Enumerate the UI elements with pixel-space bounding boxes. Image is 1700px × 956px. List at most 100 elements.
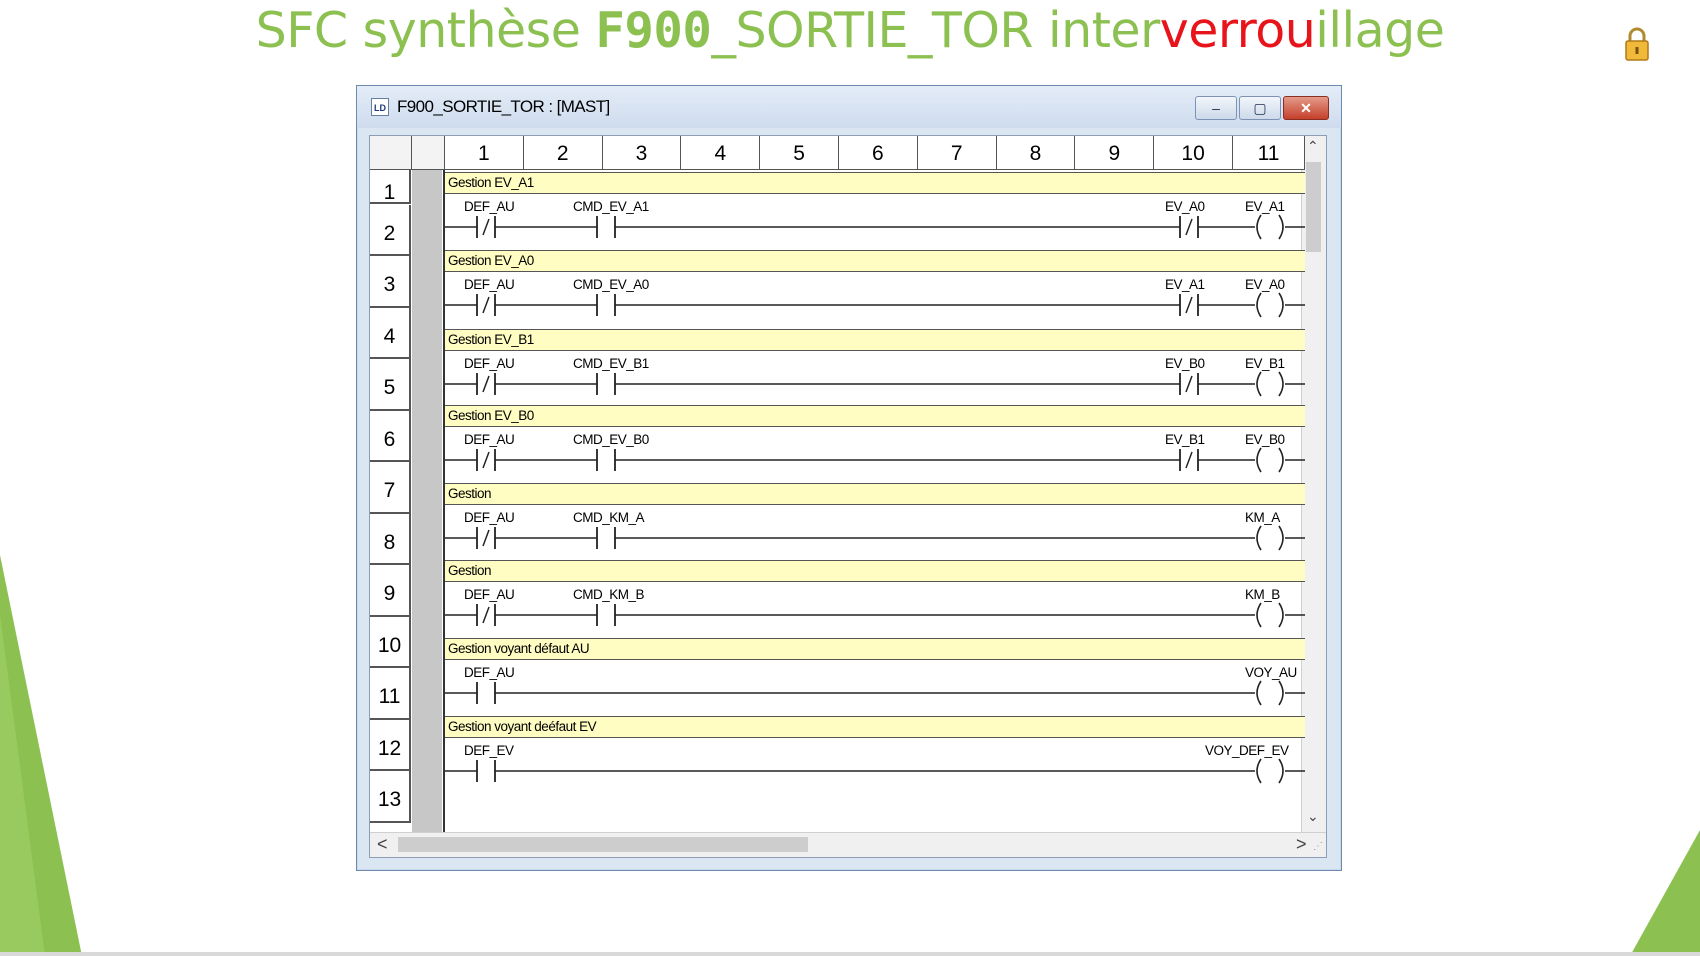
column-header[interactable]: 2 [523,136,603,170]
vertical-scroll-thumb[interactable] [1306,162,1321,252]
normally-closed-contact[interactable] [476,604,496,626]
rung-comment[interactable]: Gestion voyant défaut AU [445,638,1305,660]
row-header[interactable]: 4 [370,307,411,359]
normally-open-contact[interactable] [476,682,496,704]
ladder-grid[interactable]: ⌃ ⌄ < > ⋰ 1 2 3 4 5 6 7 8 9 10 11 1 2 3 4 5 6 7 8 9 10 11 12 13… [369,135,1327,858]
horizontal-scroll-thumb[interactable] [398,837,808,852]
column-header[interactable]: 9 [1075,136,1155,170]
coil-label: KM_B [1245,587,1280,602]
rung-comment[interactable]: Gestion EV_A0 [445,250,1305,272]
window-titlebar[interactable]: LD F900_SORTIE_TOR : [MAST] – ▢ ✕ [357,86,1341,128]
row-header[interactable]: 3 [370,256,411,308]
coil-label: EV_A0 [1245,277,1285,292]
row-header[interactable]: 6 [370,410,411,462]
minimize-button[interactable]: – [1195,96,1237,120]
rung-comment[interactable]: Gestion EV_B0 [445,405,1305,427]
coil-label: VOY_DEF_EV [1205,743,1289,758]
row-header[interactable]: 8 [370,513,411,565]
column-header[interactable]: 11 [1233,136,1305,170]
close-button[interactable]: ✕ [1283,96,1329,120]
normally-closed-contact[interactable] [1179,294,1199,316]
normally-closed-contact[interactable] [476,449,496,471]
row-header[interactable]: 7 [370,462,411,514]
contact-label: CMD_EV_B1 [573,356,649,371]
rung-comment[interactable]: Gestion EV_A1 [445,172,1305,194]
ladder-app-icon: LD [371,98,389,116]
output-coil[interactable] [1256,292,1284,318]
window-title: F900_SORTIE_TOR : [MAST] [397,97,610,116]
contact-label: DEF_AU [464,277,515,292]
normally-closed-contact[interactable] [476,294,496,316]
rung-comment[interactable]: Gestion voyant deéfaut EV [445,716,1305,738]
row-header[interactable]: 12 [370,719,411,771]
normally-closed-contact[interactable] [1179,449,1199,471]
ladder-rung[interactable]: DEF_AU CMD_EV_B0 EV_B1 EV_B0 [445,427,1305,483]
horizontal-scrollbar[interactable]: < > ⋰ [370,832,1326,857]
scroll-down-arrow-icon[interactable]: ⌄ [1307,808,1319,825]
normally-open-contact[interactable] [596,373,616,395]
ladder-rung[interactable]: DEF_AU CMD_KM_A KM_A [445,505,1305,561]
column-header[interactable]: 1 [445,136,524,170]
output-coil[interactable] [1256,602,1284,628]
grid-gutter [412,170,442,834]
row-header[interactable]: 9 [370,565,411,617]
rung-comment[interactable]: Gestion EV_B1 [445,329,1305,351]
ladder-rung[interactable]: DEF_AU CMD_EV_B1 EV_B0 EV_B1 [445,351,1305,407]
normally-open-contact[interactable] [596,527,616,549]
column-header[interactable]: 3 [602,136,682,170]
column-header[interactable]: 8 [996,136,1076,170]
rung-comment-text: Gestion voyant défaut AU [448,641,590,656]
column-header-gutter [412,136,445,170]
coil-label: KM_A [1245,510,1280,525]
column-header[interactable]: 10 [1154,136,1233,170]
rung-comment-text: Gestion [448,486,492,501]
contact-label: EV_A0 [1165,199,1205,214]
normally-closed-contact[interactable] [476,216,496,238]
rung-comment-text: Gestion EV_A0 [448,253,534,268]
normally-open-contact[interactable] [596,294,616,316]
row-header[interactable]: 10 [370,616,411,668]
row-header[interactable]: 1 [370,170,411,204]
contact-label: EV_A1 [1165,277,1205,292]
normally-closed-contact[interactable] [1179,216,1199,238]
normally-open-contact[interactable] [596,216,616,238]
output-coil[interactable] [1256,525,1284,551]
contact-label: DEF_AU [464,665,515,680]
scroll-left-arrow-icon[interactable]: < [377,834,388,855]
normally-open-contact[interactable] [596,604,616,626]
row-header[interactable]: 11 [370,668,411,720]
row-header[interactable]: 5 [370,359,411,411]
scroll-up-arrow-icon[interactable]: ⌃ [1307,138,1319,155]
output-coil[interactable] [1256,371,1284,397]
output-coil[interactable] [1256,214,1284,240]
output-coil[interactable] [1256,447,1284,473]
ladder-rung[interactable]: DEF_EV VOY_DEF_EV [445,738,1305,794]
column-header[interactable]: 6 [839,136,918,170]
rung-comment-text: Gestion EV_B0 [448,408,534,423]
column-header[interactable]: 5 [760,136,839,170]
restore-button[interactable]: ▢ [1239,96,1281,120]
output-coil[interactable] [1256,758,1284,784]
ladder-editor-window: LD F900_SORTIE_TOR : [MAST] – ▢ ✕ ⌃ ⌄ < … [356,85,1342,871]
output-coil[interactable] [1256,680,1284,706]
ladder-rung[interactable]: DEF_AU VOY_AU [445,660,1305,716]
ladder-rung[interactable]: DEF_AU CMD_KM_B KM_B [445,582,1305,638]
normally-open-contact[interactable] [596,449,616,471]
normally-closed-contact[interactable] [476,527,496,549]
title-text-4: verrou [1159,2,1316,59]
column-header[interactable]: 7 [917,136,997,170]
contact-label: DEF_EV [464,743,514,758]
ladder-rung[interactable]: DEF_AU CMD_EV_A1 EV_A0 EV_A1 [445,194,1305,250]
ladder-rung[interactable]: DEF_AU CMD_EV_A0 EV_A1 EV_A0 [445,272,1305,328]
scroll-right-arrow-icon[interactable]: > [1296,834,1307,855]
normally-closed-contact[interactable] [476,373,496,395]
rung-comment[interactable]: Gestion [445,560,1305,582]
normally-open-contact[interactable] [476,760,496,782]
rung-comment-text: Gestion voyant deéfaut EV [448,719,597,734]
normally-closed-contact[interactable] [1179,373,1199,395]
rung-comment[interactable]: Gestion [445,483,1305,505]
row-header[interactable]: 13 [370,771,411,823]
resize-grip-icon[interactable]: ⋰ [1309,840,1323,854]
column-header[interactable]: 4 [681,136,761,170]
row-header[interactable]: 2 [370,204,411,256]
